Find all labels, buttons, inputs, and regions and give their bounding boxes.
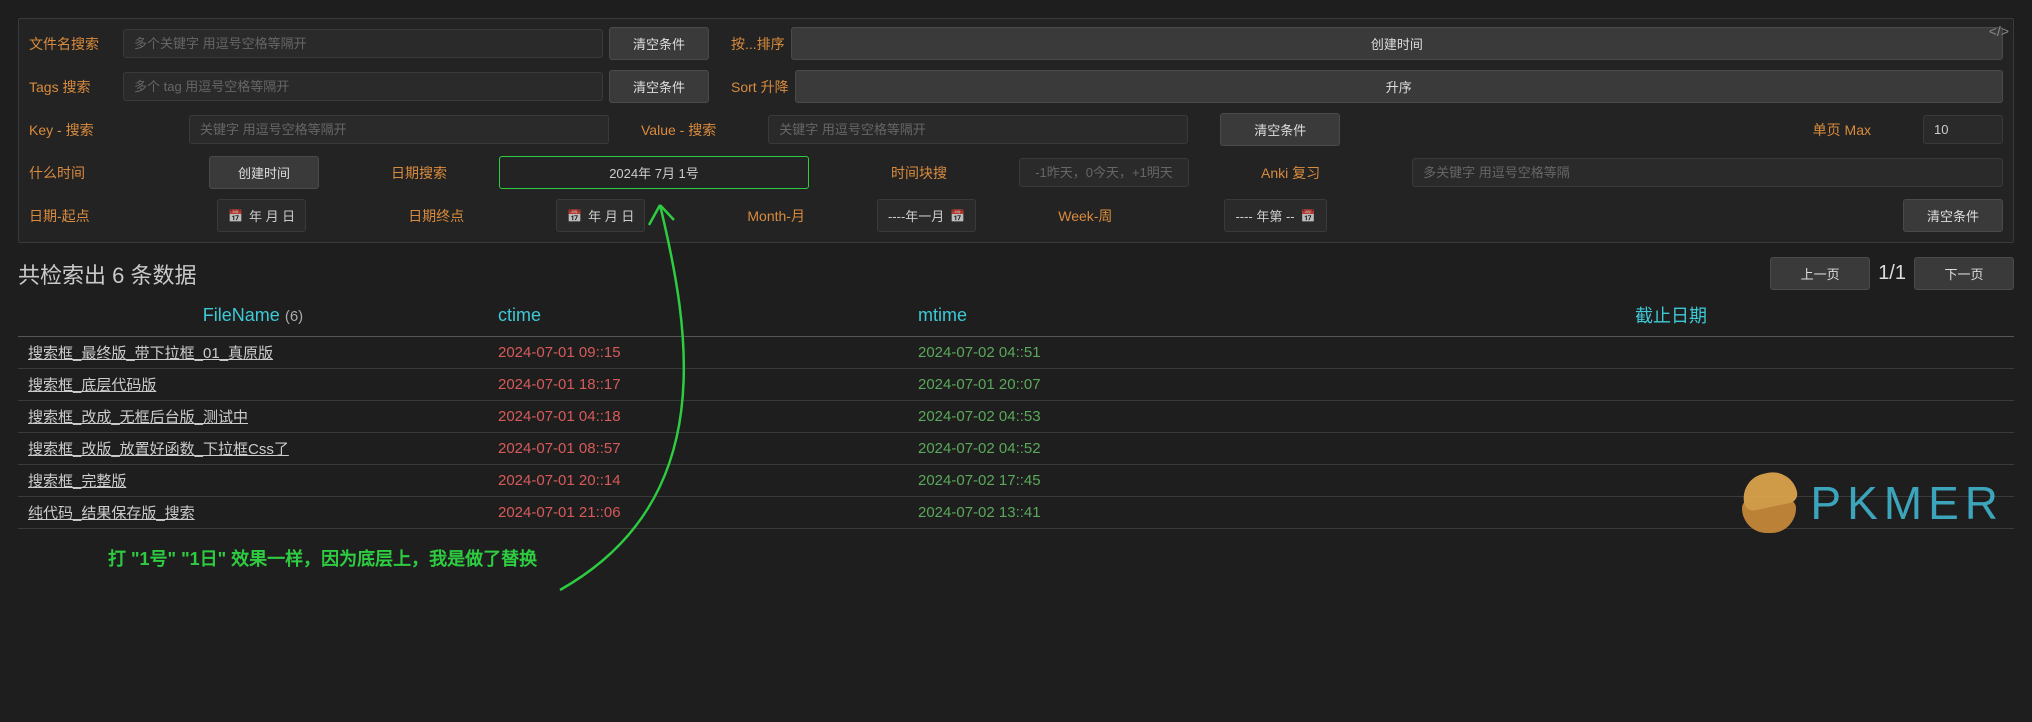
next-page-button[interactable]: 下一页 (1914, 257, 2014, 290)
col-filename[interactable]: FileName (6) (18, 294, 488, 337)
week-label: Week-周 (1058, 206, 1112, 226)
deadline-cell (1328, 433, 2014, 465)
code-toggle-icon[interactable]: </> (1989, 23, 2009, 39)
date-search-input[interactable]: 2024年 7月 1号 (499, 156, 809, 189)
file-link[interactable]: 搜索框_改成_无框后台版_测试中 (28, 409, 248, 426)
ctime-cell: 2024-07-01 08::57 (488, 433, 908, 465)
calendar-icon: 📅 (1301, 209, 1316, 223)
anki-label: Anki 复习 (1261, 163, 1320, 183)
ctime-cell: 2024-07-01 20::14 (488, 465, 908, 497)
mtime-cell: 2024-07-01 20::07 (908, 369, 1328, 401)
sort-dir-label: Sort 升降 (731, 77, 789, 97)
date-start-label: 日期-起点 (29, 206, 117, 226)
what-time-button[interactable]: 创建时间 (209, 156, 319, 189)
table-row: 搜索框_改版_放置好函数_下拉框Css了 2024-07-01 08::57202… (18, 433, 2014, 465)
sort-dir-select[interactable]: 升序 (795, 70, 2003, 103)
deadline-cell (1328, 369, 2014, 401)
mtime-cell: 2024-07-02 13::41 (908, 497, 1328, 529)
file-link[interactable]: 搜索框_完整版 (28, 473, 126, 490)
brand-logo: PKMER (1742, 473, 2004, 533)
what-time-label: 什么时间 (29, 163, 117, 183)
egg-icon (1742, 473, 1796, 533)
clear-tags-button[interactable]: 清空条件 (609, 70, 709, 103)
result-summary: 共检索出 6 条数据 (18, 258, 1770, 290)
calendar-icon: 📅 (567, 209, 582, 223)
ctime-cell: 2024-07-01 18::17 (488, 369, 908, 401)
brand-text: PKMER (1810, 476, 2004, 530)
mtime-cell: 2024-07-02 04::53 (908, 401, 1328, 433)
page-indicator: 1/1 (1878, 262, 1906, 285)
filename-input[interactable] (123, 29, 603, 58)
file-link[interactable]: 搜索框_底层代码版 (28, 377, 156, 394)
value-input[interactable] (768, 115, 1188, 144)
date-end-input[interactable]: 📅 年 月 日 (556, 199, 645, 232)
annotation-text: 打 "1号" "1日" 效果一样，因为底层上，我是做了替换 (108, 545, 2014, 571)
deadline-cell (1328, 337, 2014, 369)
table-row: 搜索框_底层代码版 2024-07-01 18::172024-07-01 20:… (18, 369, 2014, 401)
date-search-label: 日期搜索 (391, 163, 447, 183)
calendar-icon: 📅 (228, 209, 243, 223)
tags-input[interactable] (123, 72, 603, 101)
filename-label: 文件名搜索 (29, 34, 117, 54)
month-label: Month-月 (747, 206, 805, 226)
ctime-cell: 2024-07-01 04::18 (488, 401, 908, 433)
deadline-cell (1328, 401, 2014, 433)
page-max-label: 单页 Max (1813, 120, 1871, 140)
sort-by-label: 按...排序 (731, 34, 785, 54)
file-link[interactable]: 搜索框_改版_放置好函数_下拉框Css了 (28, 441, 289, 458)
mtime-cell: 2024-07-02 04::52 (908, 433, 1328, 465)
date-end-label: 日期终点 (408, 206, 464, 226)
sort-by-select[interactable]: 创建时间 (791, 27, 2003, 60)
key-label: Key - 搜索 (29, 120, 117, 140)
table-row: 纯代码_结果保存版_搜索 2024-07-01 21::062024-07-02 … (18, 497, 2014, 529)
file-link[interactable]: 搜索框_最终版_带下拉框_01_真原版 (28, 345, 273, 362)
calendar-icon: 📅 (950, 209, 965, 223)
clear-kv-button[interactable]: 清空条件 (1220, 113, 1340, 146)
table-row: 搜索框_最终版_带下拉框_01_真原版 2024-07-01 09::152024… (18, 337, 2014, 369)
prev-page-button[interactable]: 上一页 (1770, 257, 1870, 290)
mtime-cell: 2024-07-02 04::51 (908, 337, 1328, 369)
clear-dates-button[interactable]: 清空条件 (1903, 199, 2003, 232)
col-mtime[interactable]: mtime (908, 294, 1328, 337)
page-max-input[interactable] (1923, 115, 2003, 144)
date-start-input[interactable]: 📅 年 月 日 (217, 199, 306, 232)
table-row: 搜索框_完整版 2024-07-01 20::142024-07-02 17::4… (18, 465, 2014, 497)
anki-input[interactable] (1412, 158, 2003, 187)
col-deadline[interactable]: 截止日期 (1328, 294, 2014, 337)
file-link[interactable]: 纯代码_结果保存版_搜索 (28, 505, 195, 522)
ctime-cell: 2024-07-01 21::06 (488, 497, 908, 529)
table-row: 搜索框_改成_无框后台版_测试中 2024-07-01 04::182024-07… (18, 401, 2014, 433)
col-ctime[interactable]: ctime (488, 294, 908, 337)
week-input[interactable]: ---- 年第 -- 📅 (1224, 199, 1326, 232)
mtime-cell: 2024-07-02 17::45 (908, 465, 1328, 497)
results-table: FileName (6) ctime mtime 截止日期 搜索框_最终版_带下… (18, 294, 2014, 529)
key-input[interactable] (189, 115, 609, 144)
clear-filename-button[interactable]: 清空条件 (609, 27, 709, 60)
value-label: Value - 搜索 (641, 120, 716, 140)
tags-label: Tags 搜索 (29, 77, 117, 97)
block-search-label: 时间块搜 (891, 163, 947, 183)
ctime-cell: 2024-07-01 09::15 (488, 337, 908, 369)
block-search-input[interactable] (1019, 158, 1189, 187)
month-input[interactable]: ----年一月 📅 (877, 199, 976, 232)
